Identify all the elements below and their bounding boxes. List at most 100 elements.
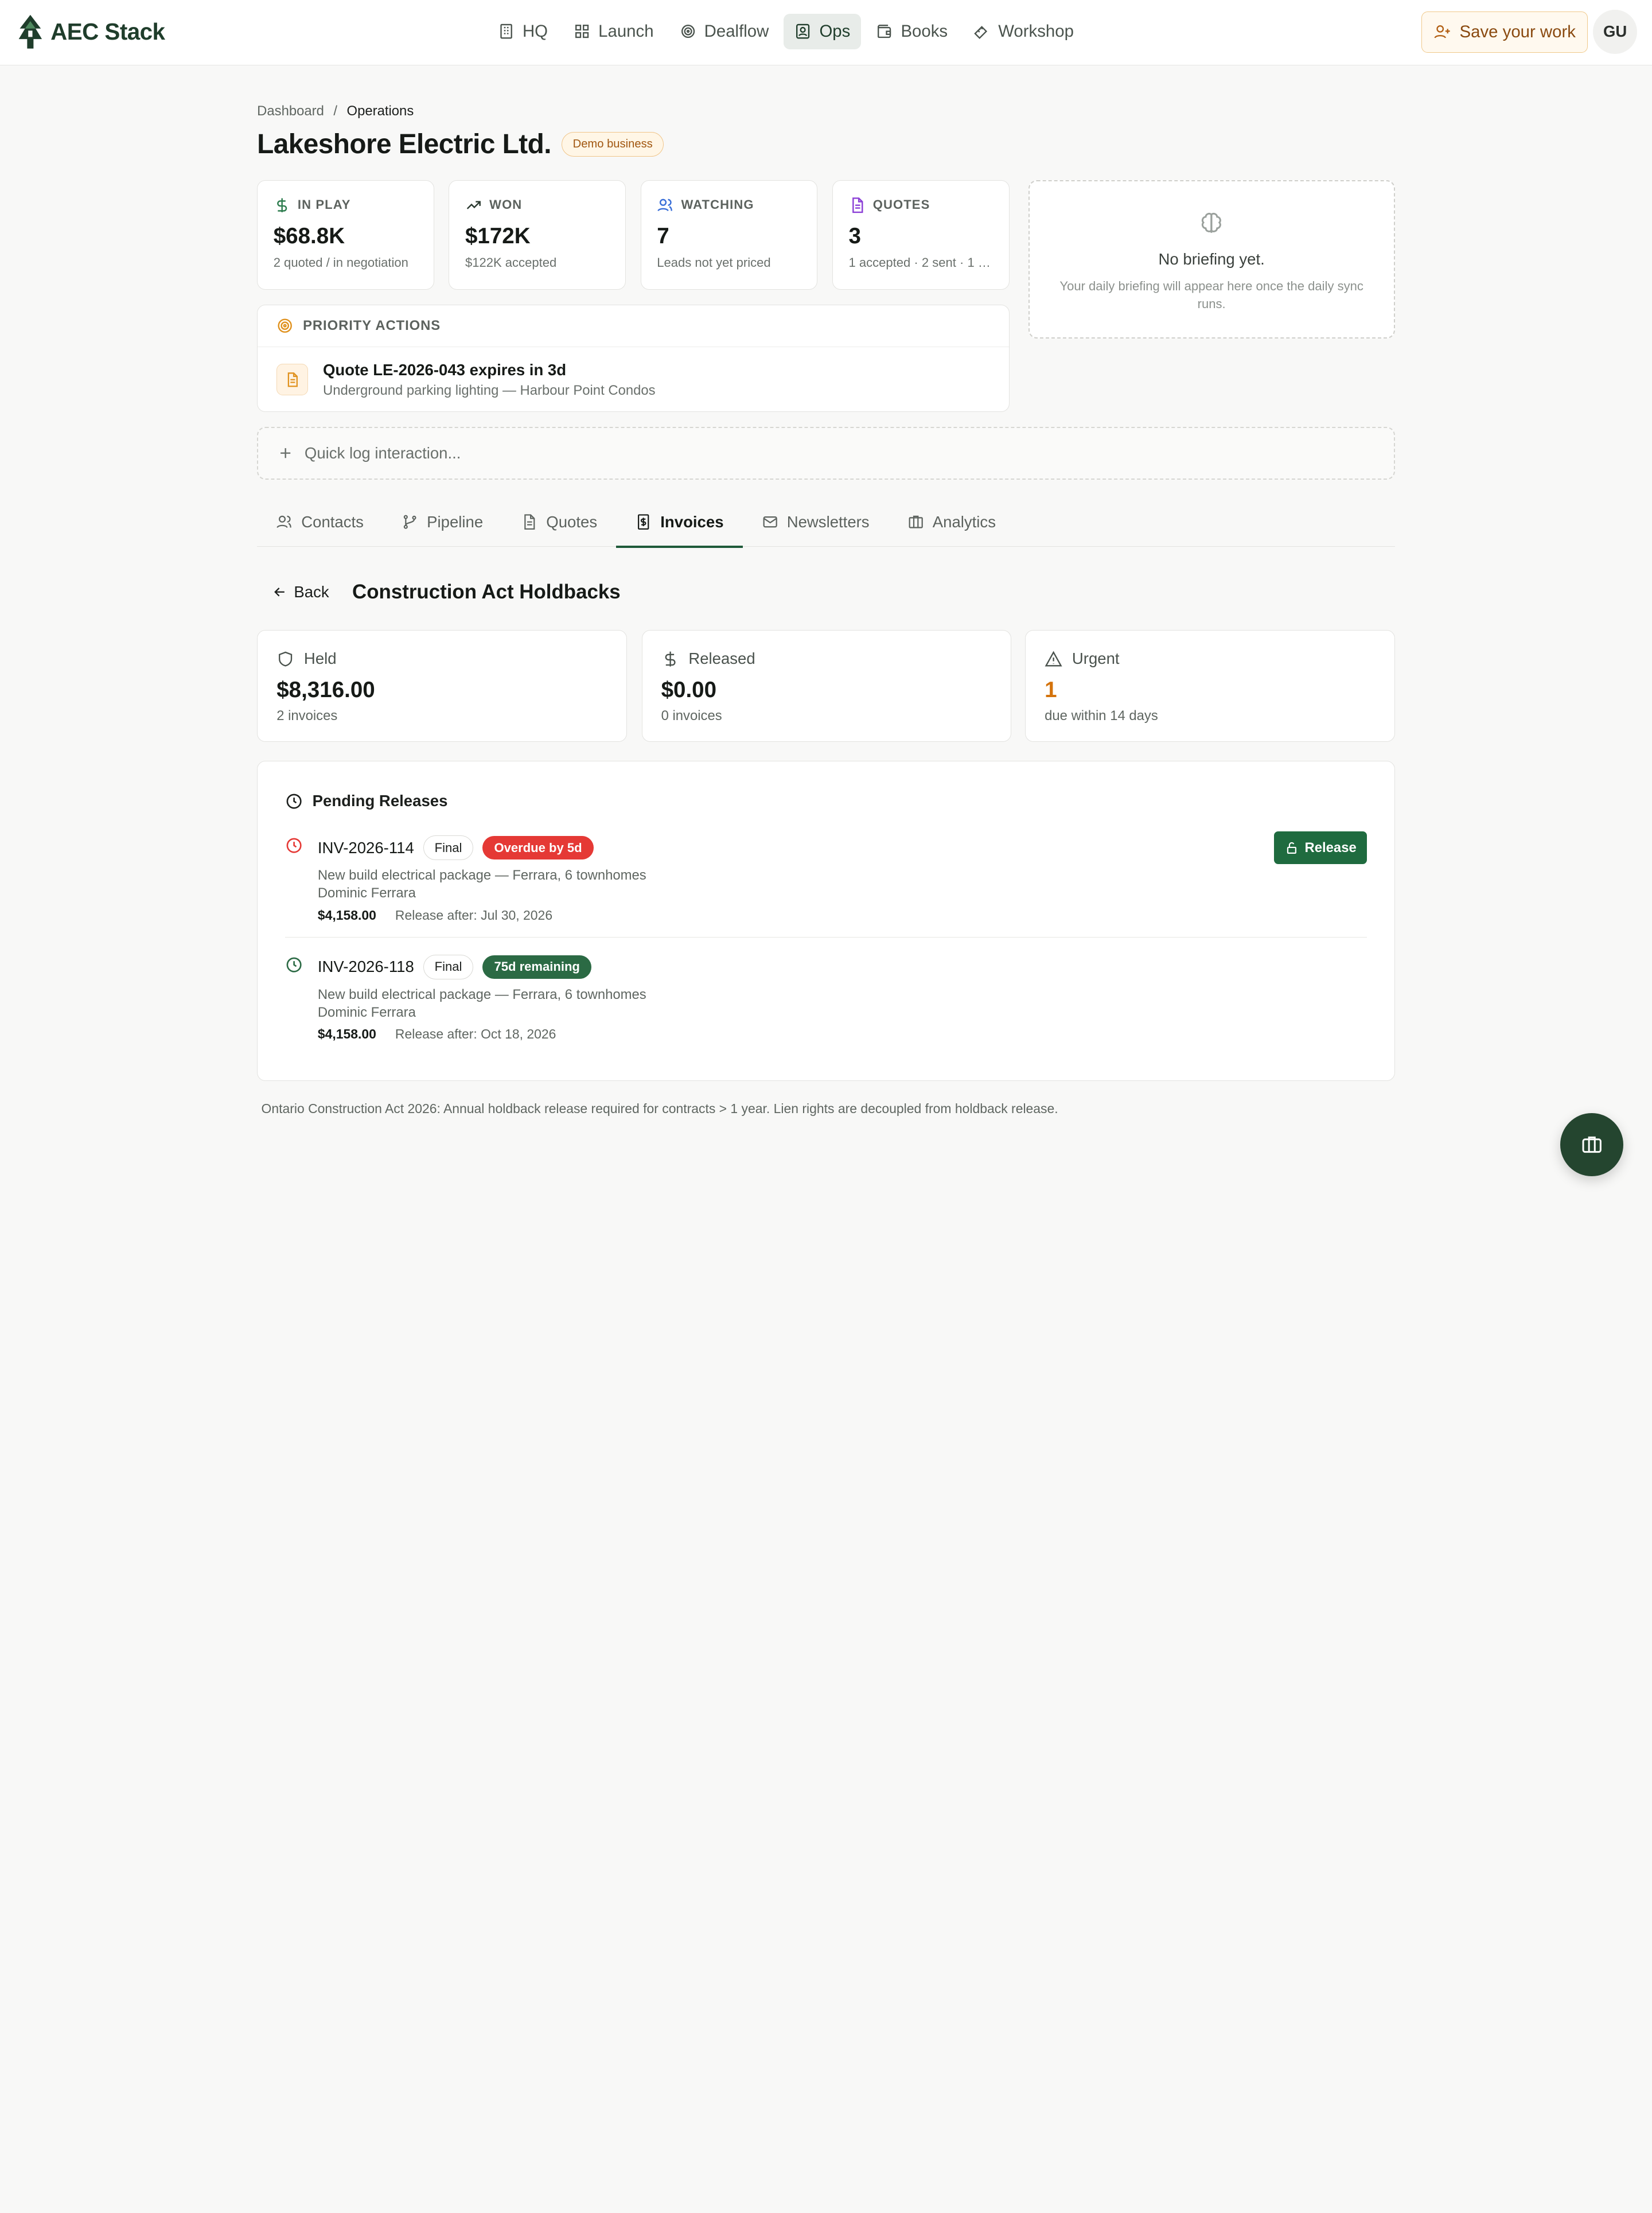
main-nav: HQ Launch Dealflow Ops Books Workshop <box>487 13 1085 50</box>
priority-item[interactable]: Quote LE-2026-043 expires in 3d Undergro… <box>258 347 1008 412</box>
tab-contacts[interactable]: Contacts <box>257 497 383 547</box>
breadcrumb-separator: / <box>333 103 338 119</box>
ops-tabs: Contacts Pipeline Quotes Invoices Newsle… <box>257 497 1395 549</box>
arrow-left-icon <box>274 588 285 597</box>
invoice-project: New build electrical package — Ferrara, … <box>317 986 646 1002</box>
nav-item-dealflow[interactable]: Dealflow <box>668 14 779 49</box>
breadcrumb-root[interactable]: Dashboard <box>257 103 324 119</box>
invoice-footer: $4,158.00 Release after: Oct 18, 2026 <box>318 1026 1367 1042</box>
stat-value: $68.8K <box>273 224 345 249</box>
stat-value: 3 <box>848 224 861 249</box>
dollar-icon <box>276 198 287 212</box>
holdbacks-header: Back Construction Act Holdbacks <box>257 578 621 607</box>
stat-head: QUOTES <box>849 197 993 213</box>
tab-analytics[interactable]: Analytics <box>889 497 1015 547</box>
invoice-release-date: Release after: Oct 18, 2026 <box>395 1026 556 1042</box>
document-icon <box>524 514 535 530</box>
invoice-release-date: Release after: Jul 30, 2026 <box>395 907 553 923</box>
priority-heading: PRIORITY ACTIONS <box>303 318 441 334</box>
invoice-id[interactable]: INV-2026-118 <box>318 958 414 976</box>
nav-label: Dealflow <box>704 22 769 41</box>
users-icon <box>657 199 673 211</box>
tab-newsletters[interactable]: Newsletters <box>743 497 889 547</box>
tab-quotes[interactable]: Quotes <box>502 497 616 547</box>
invoice-description: New build electrical package — Ferrara, … <box>318 866 1367 902</box>
holdback-card-urgent: Urgent 1 due within 14 days <box>1025 630 1395 742</box>
nav-item-launch[interactable]: Launch <box>563 14 664 49</box>
receipt-icon <box>638 514 649 530</box>
priority-actions-panel: PRIORITY ACTIONS Quote LE-2026-043 expir… <box>257 304 1010 413</box>
tab-pipeline[interactable]: Pipeline <box>383 497 502 547</box>
clock-icon <box>286 794 302 809</box>
tab-label: Newsletters <box>786 513 870 531</box>
brand-name: AEC Stack <box>50 18 165 45</box>
stat-card-quotes[interactable]: QUOTES 3 1 accepted · 2 sent · 1 d... <box>832 180 1010 290</box>
invoice-contact: Dominic Ferrara <box>317 1004 416 1020</box>
holdback-subtext: 0 invoices <box>661 708 722 724</box>
invoice-amount: $4,158.00 <box>317 907 376 923</box>
dollar-icon <box>665 651 676 667</box>
nav-label: Workshop <box>998 22 1074 41</box>
holdback-value: $0.00 <box>661 677 717 702</box>
user-avatar[interactable]: GU <box>1593 9 1638 54</box>
section-title: Construction Act Holdbacks <box>352 581 621 604</box>
invoice-id[interactable]: INV-2026-114 <box>318 839 414 857</box>
row-divider <box>285 936 1367 938</box>
nav-label: Ops <box>819 22 851 41</box>
save-your-work-button[interactable]: Save your work <box>1421 11 1588 53</box>
nav-item-workshop[interactable]: Workshop <box>963 14 1084 49</box>
stat-subtext: Leads not yet priced <box>657 255 771 270</box>
demo-business-badge: Demo business <box>562 131 664 157</box>
tab-invoices[interactable]: Invoices <box>616 497 743 549</box>
stat-subtext: 1 accepted · 2 sent · 1 d... <box>848 255 993 270</box>
nav-label: HQ <box>522 22 548 41</box>
nav-item-books[interactable]: Books <box>865 14 958 49</box>
quick-log-interaction-button[interactable]: Quick log interaction... <box>257 426 1395 480</box>
save-button-label: Save your work <box>1459 22 1576 42</box>
holdback-label: Released <box>688 649 755 668</box>
nav-item-ops[interactable]: Ops <box>784 13 861 50</box>
ruler-icon <box>974 26 988 40</box>
breadcrumb: Dashboard / Operations <box>257 103 414 119</box>
holdback-subtext: due within 14 days <box>1045 708 1158 724</box>
toolbox-fab-button[interactable] <box>1560 1113 1624 1176</box>
stat-value: $172K <box>465 224 531 249</box>
tab-label: Analytics <box>932 513 996 531</box>
holdback-value: $8,316.00 <box>276 677 375 702</box>
invoice-type-badge: Final <box>423 835 473 861</box>
stat-value: 7 <box>657 224 669 249</box>
briefing-subtext: Your daily briefing will appear here onc… <box>1059 278 1363 311</box>
back-button[interactable]: Back <box>257 578 344 607</box>
clock-icon <box>286 838 302 853</box>
brand[interactable]: AEC Stack <box>17 14 165 49</box>
holdback-label: Urgent <box>1072 649 1120 668</box>
stat-card-watching[interactable]: WATCHING 7 Leads not yet priced <box>640 180 818 290</box>
construction-act-footnote: Ontario Construction Act 2026: Annual ho… <box>261 1101 1058 1117</box>
stat-subtext: $122K accepted <box>465 255 557 270</box>
release-button[interactable]: Release <box>1274 831 1367 865</box>
stat-card-in-play[interactable]: IN PLAY $68.8K 2 quoted / in negotiation <box>257 180 434 290</box>
contact-icon <box>796 24 810 39</box>
git-branch-icon <box>403 515 416 530</box>
pending-heading: Pending Releases <box>312 792 448 810</box>
brand-logo-icon <box>19 14 42 49</box>
quick-log-label: Quick log interaction... <box>304 444 461 462</box>
top-navigation-bar: AEC Stack HQ Launch Dealflow Ops Books W… <box>0 0 1652 65</box>
invoice-top-line: INV-2026-118 Final 75d remaining <box>318 954 1367 979</box>
invoice-status-badge: 75d remaining <box>482 955 592 979</box>
invoice-amount: $4,158.00 <box>317 1026 376 1042</box>
pending-releases-panel: Pending Releases INV-2026-114 Final Over… <box>257 761 1395 1082</box>
nav-label: Books <box>901 22 948 41</box>
priority-item-text: Quote LE-2026-043 expires in 3d Undergro… <box>323 361 656 399</box>
tab-label: Quotes <box>546 513 598 531</box>
title-row: Lakeshore Electric Ltd. Demo business <box>257 129 664 160</box>
holdback-card-head: Urgent <box>1045 649 1376 668</box>
stat-card-won[interactable]: WON $172K $122K accepted <box>449 180 626 290</box>
stat-subtext: 2 quoted / in negotiation <box>273 255 408 270</box>
nav-item-hq[interactable]: HQ <box>487 14 559 49</box>
stat-label: WON <box>489 197 523 212</box>
briefcase-icon <box>909 516 923 528</box>
pending-invoice-row: INV-2026-114 Final Overdue by 5d New bui… <box>285 831 1367 923</box>
holdback-card-head: Held <box>276 649 607 668</box>
holdback-card-held: Held $8,316.00 2 invoices <box>257 630 627 742</box>
